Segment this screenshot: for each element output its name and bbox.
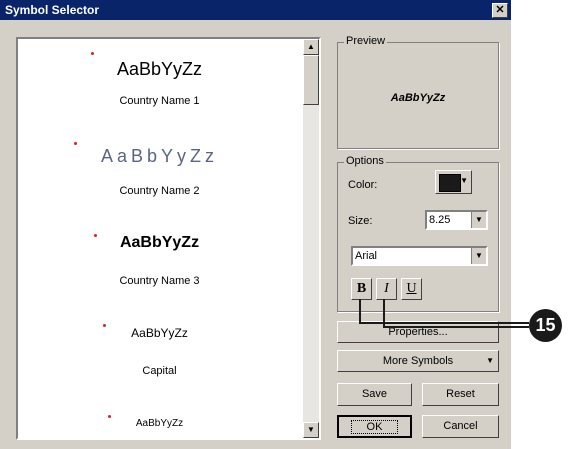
symbol-sample[interactable]: AaBbYyZz: [18, 234, 301, 252]
symbol-label[interactable]: Country Name 2: [18, 185, 301, 197]
chevron-down-icon[interactable]: ▼: [471, 248, 486, 264]
callout-badge: 15: [529, 309, 562, 342]
more-symbols-button[interactable]: More Symbols ▼: [337, 350, 499, 372]
font-dropdown[interactable]: Arial ▼: [351, 246, 488, 266]
bold-button[interactable]: B: [351, 278, 372, 300]
symbol-selector-window: Symbol Selector ✕ AaBbYyZz Country Name …: [0, 0, 511, 449]
symbol-label[interactable]: Country Name 1: [18, 95, 301, 107]
properties-button[interactable]: Properties...: [337, 321, 499, 343]
ok-button[interactable]: OK: [337, 415, 412, 438]
cancel-button[interactable]: Cancel: [422, 415, 499, 438]
anchor-dot-icon: [94, 234, 97, 237]
reset-button[interactable]: Reset: [422, 383, 499, 406]
anchor-dot-icon: [74, 142, 77, 145]
ok-label: OK: [350, 420, 399, 434]
anchor-dot-icon: [91, 52, 94, 55]
vertical-scrollbar[interactable]: ▲ ▼: [303, 39, 319, 438]
close-button[interactable]: ✕: [492, 3, 508, 18]
options-legend: Options: [344, 155, 386, 167]
callout-line: [383, 326, 529, 328]
anchor-dot-icon: [103, 324, 106, 327]
symbol-sample[interactable]: AaBbYyZz: [18, 418, 301, 429]
color-label: Color:: [348, 179, 378, 191]
callout-line: [359, 299, 361, 324]
scroll-thumb[interactable]: [303, 55, 319, 105]
chevron-down-icon: ▼: [486, 356, 494, 365]
italic-button[interactable]: I: [376, 278, 397, 300]
symbol-sample[interactable]: AaBbYyZz: [18, 59, 301, 80]
underline-label: U: [406, 281, 417, 296]
symbol-sample[interactable]: AaBbYyZz: [18, 326, 301, 340]
save-button[interactable]: Save: [337, 383, 412, 406]
symbol-list[interactable]: AaBbYyZz Country Name 1 AaBbYyZz Country…: [16, 37, 321, 440]
color-picker-button[interactable]: ▼: [435, 170, 472, 194]
symbol-sample[interactable]: AaBbYyZz: [18, 146, 301, 167]
options-group: Options Color: ▼ Size: 8.25 ▼ Arial ▼ B …: [337, 155, 499, 312]
more-symbols-label: More Symbols: [382, 355, 454, 367]
size-value: 8.25: [429, 214, 451, 226]
chevron-down-icon: ▼: [460, 176, 468, 185]
preview-legend: Preview: [344, 35, 388, 47]
underline-button[interactable]: U: [401, 278, 422, 300]
size-label: Size:: [348, 215, 373, 227]
italic-label: I: [384, 281, 389, 296]
window-title: Symbol Selector: [5, 3, 100, 17]
font-value: Arial: [355, 250, 378, 262]
size-dropdown[interactable]: 8.25 ▼: [425, 210, 488, 230]
preview-group: Preview AaBbYyZz: [337, 35, 499, 149]
scroll-down-button[interactable]: ▼: [303, 422, 319, 438]
callout-line: [383, 299, 385, 328]
symbol-label[interactable]: Country Name 3: [18, 275, 301, 287]
preview-text: AaBbYyZz: [390, 92, 446, 104]
scroll-up-button[interactable]: ▲: [303, 39, 319, 55]
chevron-down-icon[interactable]: ▼: [471, 212, 486, 228]
anchor-dot-icon: [108, 415, 111, 418]
title-bar: Symbol Selector ✕: [0, 0, 511, 20]
symbol-label[interactable]: Capital: [18, 365, 301, 377]
bold-label: B: [356, 281, 367, 296]
